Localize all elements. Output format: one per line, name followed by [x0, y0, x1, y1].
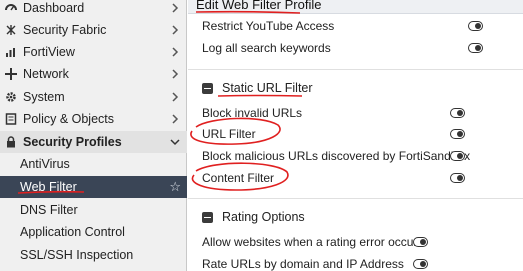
collapse-icon[interactable]	[202, 82, 213, 94]
row-label: Block malicious URLs discovered by Forti…	[202, 149, 471, 163]
block-invalid-urls-toggle[interactable]	[450, 108, 465, 118]
url-filter-toggle[interactable]	[450, 129, 465, 139]
security-fabric-icon	[5, 24, 17, 36]
chevron-down-icon	[170, 139, 180, 146]
sidebar-item-label: Security Profiles	[23, 135, 122, 149]
rate-urls-toggle[interactable]	[413, 259, 428, 269]
sidebar-subitem-label: SSL/SSH Inspection	[20, 248, 134, 262]
allow-rating-error-row: Allow websites when a rating error occur…	[202, 233, 423, 251]
sidebar-subitem-antivirus[interactable]: AntiVirus	[0, 153, 187, 175]
sidebar-item-label: Network	[23, 67, 69, 81]
sidebar-item-dashboard[interactable]: Dashboard	[0, 0, 187, 19]
block-malicious-urls-row: Block malicious URLs discovered by Forti…	[202, 147, 470, 165]
log-search-keywords-row: Log all search keywords	[202, 39, 331, 57]
network-icon	[5, 68, 17, 80]
page-title: Edit Web Filter Profile	[196, 0, 322, 12]
chevron-right-icon	[172, 69, 179, 79]
dashboard-icon	[5, 2, 17, 14]
row-label: Log all search keywords	[202, 41, 331, 55]
restrict-youtube-toggle[interactable]	[468, 21, 483, 31]
row-label: Restrict YouTube Access	[202, 19, 335, 33]
sidebar-item-fortiview[interactable]: FortiView	[0, 41, 187, 63]
sidebar-item-label: FortiView	[23, 45, 75, 59]
sidebar-subitem-label: AntiVirus	[20, 157, 70, 171]
sidebar-item-label: Policy & Objects	[23, 112, 115, 126]
chevron-right-icon	[172, 114, 179, 124]
allow-rating-error-toggle[interactable]	[413, 237, 428, 247]
fortiview-icon	[5, 46, 17, 58]
block-malicious-urls-toggle[interactable]	[450, 151, 465, 161]
rating-options-header[interactable]: Rating Options	[202, 208, 305, 226]
sidebar-subitem-label: Application Control	[20, 225, 125, 239]
section-title: Static URL Filter	[222, 81, 313, 95]
sidebar-subitem-ssl-ssh-inspection[interactable]: SSL/SSH Inspection	[0, 244, 187, 266]
main-panel: Edit Web Filter Profile Restrict YouTube…	[188, 0, 523, 271]
row-label: Rate URLs by domain and IP Address	[202, 257, 404, 271]
star-icon[interactable]: ☆	[169, 179, 181, 195]
section-title: Rating Options	[222, 210, 305, 224]
url-filter-row: URL Filter	[202, 125, 256, 143]
page-title-bar: Edit Web Filter Profile	[188, 0, 523, 14]
gear-icon	[5, 91, 17, 103]
sidebar-item-label: Dashboard	[23, 1, 85, 15]
collapse-icon[interactable]	[202, 211, 213, 223]
sidebar-subitem-application-control[interactable]: Application Control	[0, 221, 187, 243]
static-url-filter-header[interactable]: Static URL Filter	[202, 79, 313, 97]
row-label: Block invalid URLs	[202, 106, 303, 120]
sidebar: Dashboard Security Fabric FortiView Netw…	[0, 0, 187, 271]
sidebar-subitem-label: DNS Filter	[20, 203, 78, 217]
sidebar-item-network[interactable]: Network	[0, 63, 187, 85]
lock-icon	[5, 136, 17, 148]
policy-icon	[5, 113, 17, 125]
section-divider	[188, 69, 523, 70]
row-label: Content Filter	[202, 171, 275, 185]
section-divider	[188, 198, 523, 199]
restrict-youtube-row: Restrict YouTube Access	[202, 17, 334, 35]
sidebar-item-label: System	[23, 90, 65, 104]
block-invalid-urls-row: Block invalid URLs	[202, 104, 302, 122]
sidebar-item-policy-objects[interactable]: Policy & Objects	[0, 108, 187, 130]
sidebar-item-security-fabric[interactable]: Security Fabric	[0, 19, 187, 41]
row-label: URL Filter	[202, 127, 256, 141]
rate-urls-row: Rate URLs by domain and IP Address	[202, 255, 404, 271]
chevron-right-icon	[172, 3, 179, 13]
chevron-right-icon	[172, 92, 179, 102]
sidebar-item-label: Security Fabric	[23, 23, 107, 37]
content-filter-toggle[interactable]	[450, 173, 465, 183]
log-search-keywords-toggle[interactable]	[468, 43, 483, 53]
sidebar-item-system[interactable]: System	[0, 86, 187, 108]
chevron-right-icon	[172, 47, 179, 57]
sidebar-subitem-web-filter[interactable]: Web Filter ☆	[0, 176, 187, 198]
row-label: Allow websites when a rating error occur…	[202, 235, 424, 249]
chevron-right-icon	[172, 25, 179, 35]
sidebar-item-security-profiles[interactable]: Security Profiles	[0, 131, 187, 153]
sidebar-subitem-label: Web Filter	[20, 180, 77, 194]
content-filter-row: Content Filter	[202, 169, 274, 187]
sidebar-subitem-dns-filter[interactable]: DNS Filter	[0, 199, 187, 221]
